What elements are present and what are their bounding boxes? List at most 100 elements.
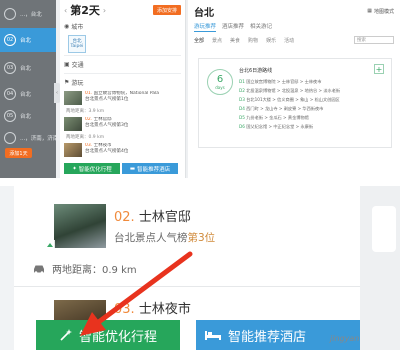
category-food[interactable]: 美食 (230, 37, 240, 44)
route-day: D2 (239, 88, 245, 93)
optimize-itinerary-button[interactable]: ✦ 智能优化行程 (64, 163, 120, 174)
poi-rank: 台北景点人气榜第4位 (85, 149, 129, 155)
day-label: 台北 (20, 66, 32, 72)
action-buttons: ✦ 智能优化行程 ▬ 智能推荐酒店 (64, 163, 178, 174)
category-sights[interactable]: 景点 (212, 37, 222, 44)
city-header: 台北 ▦ 地图模式 (188, 0, 400, 22)
city-name: 台北 (194, 7, 214, 19)
day-item-4[interactable]: 04 台北 (0, 82, 56, 106)
prev-day-icon[interactable]: ‹ (64, 6, 67, 15)
route-day: D1 (239, 79, 245, 84)
divider (64, 73, 181, 74)
poi-distance: 两地距离：0.9 km (66, 135, 105, 140)
city-chip[interactable]: 台北 Taipei (68, 35, 86, 53)
bed-icon (205, 331, 221, 340)
city-panel: 台北 ▦ 地图模式 游玩推荐 酒店推荐 相关游记 全部 景点 美食 购物 娱乐 … (188, 0, 400, 178)
day-number: 05 (4, 110, 16, 122)
poi-name: 士林官邸 (138, 210, 191, 225)
bed-icon: ▬ (129, 165, 136, 172)
route-stops: 国立故宫博物院 > 士林官邸 > 士林夜市 (246, 79, 322, 84)
add-day-button[interactable]: 添加1天 (5, 148, 32, 158)
day-label: 台北 (20, 92, 32, 98)
next-day-icon[interactable]: › (103, 6, 106, 15)
zoomed-callout: 02. 士林官邸 台北景点人气榜第3位 两地距离：0.9 km 03. 士林夜市… (0, 186, 400, 350)
poi-text: 03. 士林夜市 台北景点人气榜第4位 (85, 143, 128, 157)
section-title: 游玩 (71, 80, 84, 87)
poi-rank: 台北景点人气榜第1位 (85, 97, 129, 103)
tab-hotels[interactable]: 酒店推荐 (222, 22, 244, 32)
day-item-1[interactable]: ...，台北 (0, 2, 56, 26)
route-line: D4 西门町 > 龙山寺 > 剥皮寮 > 华西街夜市 (239, 106, 323, 112)
search-input[interactable]: 搜索 (354, 36, 394, 44)
optimize-itinerary-button[interactable]: 智能优化行程 (36, 320, 180, 350)
category-filter: 全部 景点 美食 购物 娱乐 活动 搜索 (188, 32, 400, 48)
day-item-6[interactable]: ...，济南，济南 (0, 126, 56, 150)
city-section-header: ◉ 城市 (60, 20, 185, 33)
tab-recommend[interactable]: 游玩推荐 (194, 22, 217, 32)
route-card[interactable]: 6 days 台北6日游路线 D1 国立故宫博物院 > 士林官邸 > 士林夜市 … (198, 58, 392, 148)
hotel-label: 智能推荐酒店 (228, 329, 307, 345)
poi-number: 03. (85, 143, 93, 148)
route-day: D4 (239, 106, 245, 111)
day-label: 台北 (20, 114, 32, 120)
map-mode-button[interactable]: ▦ 地图模式 (367, 8, 394, 15)
days-count: 6 (216, 73, 224, 85)
category-entertainment[interactable]: 娱乐 (266, 37, 276, 44)
day-label: ...，济南，济南 (20, 136, 56, 142)
zoom-right-card (372, 206, 396, 252)
sights-section-header: ⚑ 游玩 (60, 76, 185, 89)
map-icon: ▦ (367, 8, 372, 14)
poi-card[interactable]: 02. 士林官邸 台北景点人气榜第3位 (60, 115, 185, 133)
recommend-hotel-button[interactable]: ▬ 智能推荐酒店 (122, 163, 178, 174)
route-stops: 台北101大楼 > 信义商圈 > 象山 > 松山文创园区 (246, 97, 340, 102)
route-day: D5 (239, 115, 245, 120)
zoom-left-edge (0, 186, 14, 350)
divider (14, 286, 360, 287)
day-number (4, 8, 16, 20)
route-stops: 九份老街 > 金瓜石 > 黄金博物馆 (246, 115, 309, 120)
poi-thumbnail (64, 143, 82, 157)
poi-rank: 台北景点人气榜第3位 (114, 230, 215, 245)
poi-number: 02. (114, 210, 135, 225)
poi-thumbnail (64, 117, 82, 131)
route-line: D3 台北101大楼 > 信义商圈 > 象山 > 松山文创园区 (239, 97, 340, 103)
day-header: ‹ 第2天 › 添加安排 (60, 0, 185, 20)
tab-travelogues[interactable]: 相关游记 (250, 22, 272, 32)
day-item-5[interactable]: 05 台北 (0, 104, 56, 128)
category-shopping[interactable]: 购物 (248, 37, 258, 44)
poi-title[interactable]: 02. 士林官邸 (114, 206, 191, 225)
poi-title[interactable]: 03. 士林夜市 (114, 298, 191, 317)
optimize-label: 智能优化行程 (78, 166, 112, 173)
poi-card[interactable]: 03. 士林夜市 台北景点人气榜第4位 (60, 141, 185, 159)
city-chip-en: Taipei (70, 44, 84, 49)
add-schedule-button[interactable]: 添加安排 (152, 5, 181, 15)
day-item-3[interactable]: 03 台北 (0, 56, 56, 80)
poi-card[interactable]: 01. 国立故宫博物院，National Pala 台北景点人气榜第1位 (60, 89, 185, 107)
category-all[interactable]: 全部 (194, 37, 204, 44)
poi-name: 士林官邸 (93, 117, 112, 122)
route-line: D5 九份老街 > 金瓜石 > 黄金博物馆 (239, 115, 309, 121)
days-unit: days (215, 84, 225, 90)
day-number: 02 (4, 34, 16, 46)
map-mode-label: 地图模式 (373, 8, 394, 15)
category-activities[interactable]: 活动 (284, 37, 294, 44)
poi-name: 士林夜市 (93, 143, 112, 148)
poi-text: 01. 国立故宫博物院，National Pala 台北景点人气榜第1位 (85, 91, 159, 105)
day-detail-panel: ‹ 第2天 › 添加安排 ◉ 城市 台北 Taipei ▣ 交通 ⚑ 游玩 01… (60, 0, 186, 178)
hotel-label: 智能推荐酒店 (137, 166, 171, 173)
car-icon (34, 265, 44, 274)
thumbnail-badge-icon (45, 240, 55, 250)
poi-thumbnail[interactable] (54, 204, 106, 248)
route-line: D1 国立故宫博物院 > 士林官邸 > 士林夜市 (239, 79, 321, 85)
poi-name: 国立故宫博物院，National Pala (93, 91, 160, 96)
add-route-button[interactable]: + (374, 64, 384, 74)
route-line: D6 国父纪念馆 > 中正纪念堂 > 永康街 (239, 124, 313, 130)
day-item-2[interactable]: 02 台北 (0, 28, 56, 52)
city-tabs: 游玩推荐 酒店推荐 相关游记 (188, 22, 400, 32)
route-title: 台北6日游路线 (239, 68, 273, 74)
day-title: 第2天 (70, 4, 100, 17)
poi-name: 士林夜市 (138, 302, 191, 317)
distance-text: 两地距离：0.9 km (52, 265, 137, 276)
days-badge: 6 days (207, 69, 233, 95)
divider (64, 55, 181, 56)
